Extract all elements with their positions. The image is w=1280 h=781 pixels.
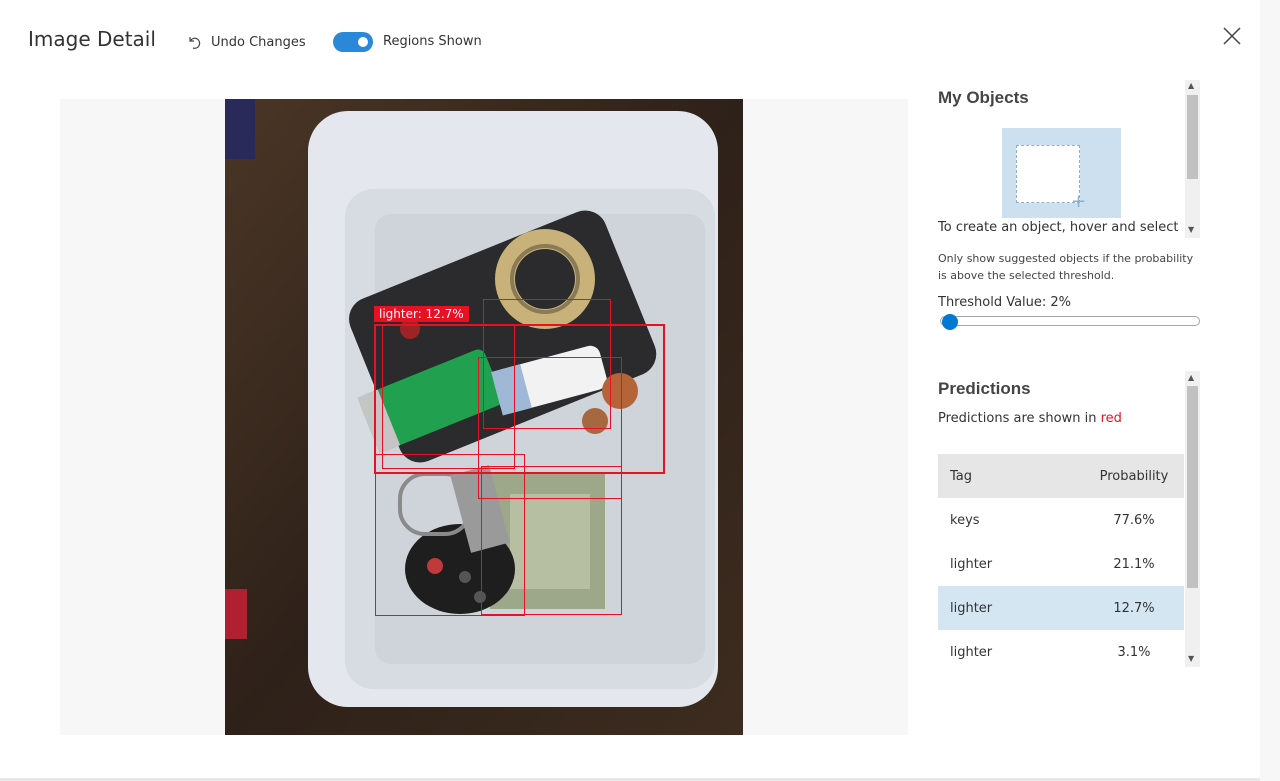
table-row[interactable]: keys 77.6%: [938, 498, 1184, 542]
tag-cell: lighter: [950, 556, 993, 572]
predictions-scrollbar-thumb[interactable]: [1187, 386, 1198, 588]
selected-prediction-region[interactable]: [374, 324, 665, 474]
undo-changes-button[interactable]: Undo Changes: [186, 30, 306, 54]
probability-cell: 77.6%: [1113, 512, 1155, 528]
scroll-up-icon[interactable]: ▲: [1188, 374, 1194, 382]
threshold-slider-thumb[interactable]: [942, 314, 958, 330]
scroll-down-icon[interactable]: ▼: [1188, 655, 1194, 663]
tag-cell: lighter: [950, 600, 993, 616]
tag-cell: lighter: [950, 644, 993, 660]
window-right-edge: [1260, 0, 1280, 781]
close-button[interactable]: [1220, 25, 1244, 49]
create-object-hint: To create an object, hover and select: [938, 220, 1178, 235]
image-panel: lighter: 12.7%: [60, 99, 908, 735]
table-row-selected[interactable]: lighter 12.7%: [938, 586, 1184, 630]
undo-icon: [189, 37, 201, 49]
regions-shown-label: Regions Shown: [383, 34, 482, 49]
tray-photo[interactable]: lighter: 12.7%: [225, 99, 743, 735]
my-objects-scrollbar-thumb[interactable]: [1187, 95, 1198, 179]
page-title: Image Detail: [28, 27, 156, 51]
probability-column-header[interactable]: Probability: [1084, 469, 1184, 484]
table-row[interactable]: lighter 21.1%: [938, 542, 1184, 586]
probability-cell: 3.1%: [1117, 644, 1151, 660]
threshold-help-text: Only show suggested objects if the proba…: [938, 252, 1194, 282]
predictions-table-header: Tag Probability: [938, 454, 1184, 498]
probability-cell: 12.7%: [1113, 600, 1155, 616]
predictions-note-prefix: Predictions are shown in: [938, 411, 1101, 426]
my-objects-title: My Objects: [938, 88, 1029, 107]
tag-cell: keys: [950, 512, 980, 528]
plus-icon: +: [1071, 191, 1087, 212]
regions-shown-toggle[interactable]: [333, 32, 373, 52]
predictions-note-color: red: [1100, 411, 1122, 426]
predictions-title: Predictions: [938, 379, 1031, 398]
tag-column-header[interactable]: Tag: [938, 469, 1084, 484]
create-object-tile[interactable]: +: [1002, 128, 1121, 218]
predictions-table: Tag Probability keys 77.6% lighter 21.1%…: [938, 454, 1184, 674]
scroll-up-icon[interactable]: ▲: [1188, 82, 1194, 90]
undo-changes-label: Undo Changes: [211, 34, 306, 50]
selected-region-label: lighter: 12.7%: [374, 306, 469, 322]
close-icon: [1223, 27, 1241, 45]
toggle-knob: [358, 37, 368, 47]
scroll-down-icon[interactable]: ▼: [1188, 226, 1194, 234]
predictions-note: Predictions are shown in red: [938, 411, 1122, 426]
probability-cell: 21.1%: [1113, 556, 1155, 572]
threshold-slider-track[interactable]: [940, 316, 1200, 326]
table-row[interactable]: lighter 3.1%: [938, 630, 1184, 674]
threshold-value-label: Threshold Value: 2%: [938, 295, 1072, 310]
prediction-region[interactable]: [481, 466, 622, 615]
